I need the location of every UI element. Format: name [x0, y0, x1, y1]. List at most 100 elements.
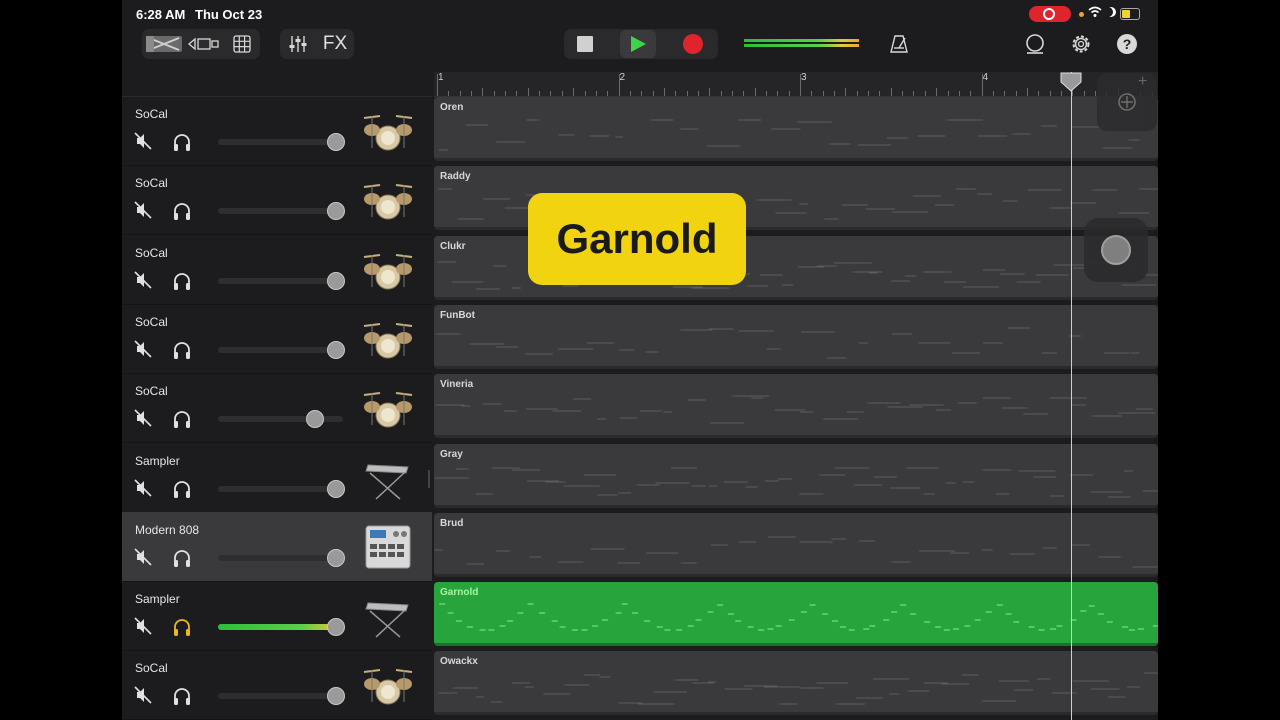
mute-speaker-icon[interactable] — [134, 478, 152, 497]
track-region[interactable]: Brud — [434, 512, 1158, 577]
mic-indicator-icon — [1079, 12, 1084, 17]
mixer-button[interactable] — [284, 30, 312, 58]
keyboard-icon[interactable] — [360, 593, 416, 639]
ruler-tick — [618, 74, 620, 96]
battery-icon — [1120, 8, 1140, 20]
loop-browser-button[interactable] — [1020, 30, 1050, 58]
stop-button[interactable] — [570, 30, 600, 58]
assistive-touch-button[interactable] — [1084, 218, 1148, 282]
headphones-icon[interactable] — [172, 340, 192, 360]
add-section-icon[interactable]: + — [1138, 73, 1147, 91]
headphones-icon[interactable] — [172, 409, 192, 429]
volume-slider[interactable] — [218, 687, 345, 706]
drum-kit-icon[interactable] — [360, 108, 416, 154]
volume-knob[interactable] — [327, 271, 345, 290]
volume-slider[interactable] — [218, 271, 345, 290]
browser-button[interactable] — [144, 30, 184, 58]
volume-slider[interactable] — [218, 548, 345, 567]
loop-region-button[interactable] — [1097, 73, 1157, 131]
drum-machine-icon[interactable] — [360, 524, 416, 570]
track-header[interactable]: SoCal — [122, 373, 432, 444]
region-name: FunBot — [440, 309, 475, 321]
timeline-ruler[interactable]: 1 2 3 4 — [434, 72, 1158, 97]
mute-speaker-icon[interactable] — [134, 686, 152, 704]
mute-speaker-icon[interactable] — [134, 271, 152, 289]
track-header[interactable]: Modern 808 — [122, 511, 432, 582]
grid-view-button[interactable] — [228, 30, 256, 58]
mute-speaker-icon[interactable] — [134, 201, 152, 219]
track-header[interactable]: SoCal — [122, 165, 432, 236]
keyboard-icon[interactable] — [360, 455, 416, 501]
volume-slider[interactable] — [218, 410, 343, 429]
settings-button[interactable] — [1066, 30, 1096, 58]
track-region[interactable]: Owackx — [434, 651, 1158, 716]
mute-speaker-icon[interactable] — [134, 132, 152, 150]
track-name: SoCal — [135, 384, 168, 399]
track-header[interactable]: SoCal — [122, 96, 432, 166]
track-name: SoCal — [135, 661, 168, 676]
mute-speaker-icon[interactable] — [134, 409, 152, 427]
volume-slider[interactable] — [218, 479, 345, 498]
track-region[interactable]: Oren — [434, 97, 1158, 161]
screen-record-icon[interactable] — [1029, 6, 1071, 22]
volume-knob[interactable] — [327, 202, 345, 221]
volume-knob[interactable] — [327, 340, 345, 359]
ruler-tick — [845, 88, 847, 96]
drum-kit-icon[interactable] — [360, 385, 416, 431]
track-region[interactable]: Vineria — [434, 374, 1158, 439]
drum-kit-icon[interactable] — [360, 177, 416, 223]
drum-kit-icon[interactable] — [360, 316, 416, 362]
volume-knob[interactable] — [306, 410, 324, 429]
track-header[interactable]: SoCal — [122, 304, 432, 374]
track-name: SoCal — [135, 314, 168, 329]
volume-slider[interactable] — [218, 133, 345, 151]
ruler-tick — [936, 88, 938, 96]
metronome-button[interactable] — [884, 30, 914, 58]
headphones-icon[interactable] — [172, 686, 192, 706]
drum-kit-icon[interactable] — [360, 247, 416, 293]
headphones-icon[interactable] — [172, 271, 192, 291]
headphones-icon[interactable] — [172, 548, 192, 568]
help-button[interactable]: ? — [1112, 30, 1142, 58]
volume-knob[interactable] — [327, 548, 345, 567]
midi-notes — [435, 395, 1156, 424]
track-name: SoCal — [135, 176, 168, 191]
headphones-icon[interactable] — [172, 132, 192, 152]
column-resize-handle[interactable] — [428, 470, 430, 488]
track-header[interactable]: Sampler — [122, 581, 432, 652]
ruler-tick — [800, 74, 801, 96]
mute-speaker-icon[interactable] — [134, 340, 152, 358]
track-header[interactable]: SoCal — [122, 650, 432, 720]
play-icon — [631, 36, 646, 52]
track-region[interactable]: Garnold — [434, 582, 1158, 647]
drum-kit-icon[interactable] — [360, 662, 416, 708]
headphones-icon[interactable] — [172, 201, 192, 221]
region-name: Gray — [440, 448, 463, 460]
mute-speaker-icon[interactable] — [134, 548, 152, 566]
headphones-icon[interactable] — [172, 617, 192, 637]
volume-slider[interactable] — [218, 618, 345, 637]
volume-knob[interactable] — [327, 479, 345, 498]
track-regions-area[interactable]: Oren Raddy Clukr FunBot Vineria Gray Brud Garno… — [434, 96, 1158, 720]
bar-number: 4 — [982, 72, 989, 83]
tracks-view-button[interactable] — [186, 30, 222, 58]
track-name: Sampler — [135, 592, 180, 607]
midi-notes — [434, 536, 1158, 568]
track-region[interactable]: Gray — [434, 443, 1158, 508]
playhead-handle[interactable] — [1060, 72, 1082, 92]
playhead-line[interactable] — [1071, 72, 1072, 720]
track-header[interactable]: Sampler — [122, 443, 432, 513]
record-button[interactable] — [678, 30, 708, 58]
volume-knob[interactable] — [327, 687, 345, 706]
volume-slider[interactable] — [218, 340, 345, 359]
play-button[interactable] — [620, 30, 656, 58]
headphones-icon[interactable] — [172, 479, 192, 499]
volume-knob[interactable] — [327, 133, 345, 151]
volume-knob[interactable] — [327, 618, 345, 637]
volume-slider[interactable] — [218, 202, 345, 221]
mute-speaker-icon[interactable] — [134, 617, 152, 635]
fx-button[interactable]: FX — [318, 30, 352, 58]
track-region[interactable]: FunBot — [434, 304, 1158, 369]
control-bar: FX ? — [122, 28, 1158, 72]
track-header[interactable]: SoCal — [122, 235, 432, 305]
